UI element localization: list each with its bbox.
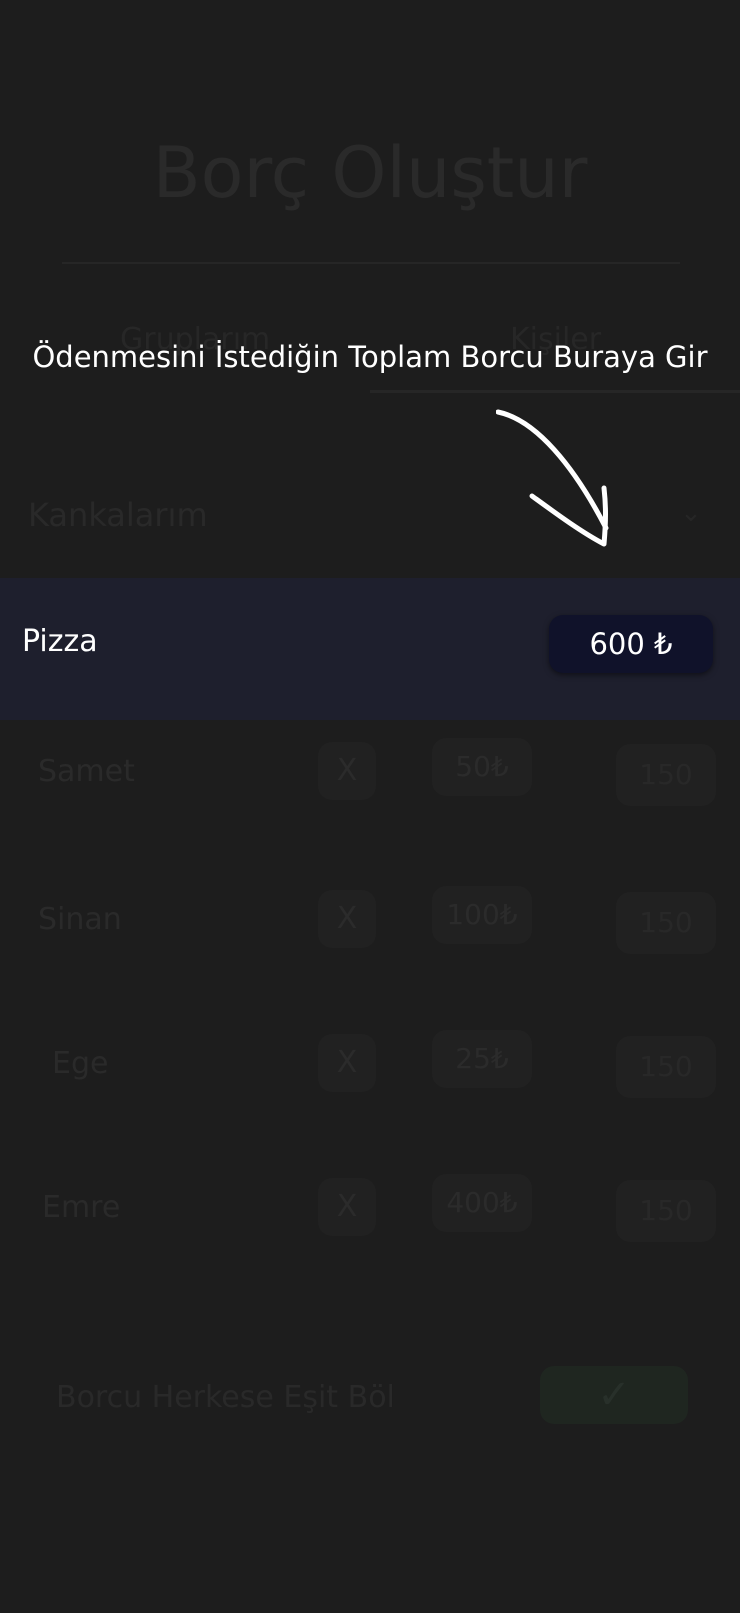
chevron-down-icon[interactable]: ⌄ — [680, 498, 702, 528]
person-row: Emre X 400₺ 150 — [0, 1170, 740, 1260]
total-debt-input[interactable]: 600 ₺ — [549, 615, 713, 673]
person-share-input[interactable]: 150 — [616, 744, 716, 806]
remove-person-button[interactable]: X — [318, 1034, 376, 1092]
person-amount: 400₺ — [432, 1174, 532, 1232]
borc-olustur-screen: Borç Oluştur Gruplarım Kişiler Kankaları… — [0, 0, 740, 1613]
person-name: Ege — [52, 1046, 109, 1081]
person-name: Emre — [42, 1190, 121, 1225]
person-row: Samet X 50₺ 150 — [0, 734, 740, 824]
person-share-input[interactable]: 150 — [616, 1036, 716, 1098]
split-equally-label: Borcu Herkese Eşit Böl — [56, 1380, 395, 1415]
debt-topic-name: Pizza — [22, 624, 98, 659]
person-amount: 50₺ — [432, 738, 532, 796]
person-name: Samet — [38, 754, 135, 789]
person-share-input[interactable]: 150 — [616, 892, 716, 954]
person-row: Sinan X 100₺ 150 — [0, 882, 740, 972]
tab-active-indicator — [370, 390, 740, 393]
debt-topic-row: Pizza 600 ₺ — [0, 578, 740, 720]
page-title: Borç Oluştur — [152, 132, 588, 214]
person-name: Sinan — [38, 902, 122, 937]
split-equally-button[interactable]: ✓ — [540, 1366, 688, 1424]
remove-person-button[interactable]: X — [318, 890, 376, 948]
tutorial-hint-text: Ödenmesini İstediğin Toplam Borcu Buraya… — [32, 340, 708, 374]
title-divider — [62, 262, 680, 264]
person-share-input[interactable]: 150 — [616, 1180, 716, 1242]
person-amount: 25₺ — [432, 1030, 532, 1088]
hint-arrow-icon — [496, 409, 609, 547]
person-amount: 100₺ — [432, 886, 532, 944]
check-icon: ✓ — [597, 1372, 631, 1418]
remove-person-button[interactable]: X — [318, 742, 376, 800]
person-row: Ege X 25₺ 150 — [0, 1026, 740, 1116]
remove-person-button[interactable]: X — [318, 1178, 376, 1236]
section-label[interactable]: Kankalarım — [28, 496, 208, 534]
